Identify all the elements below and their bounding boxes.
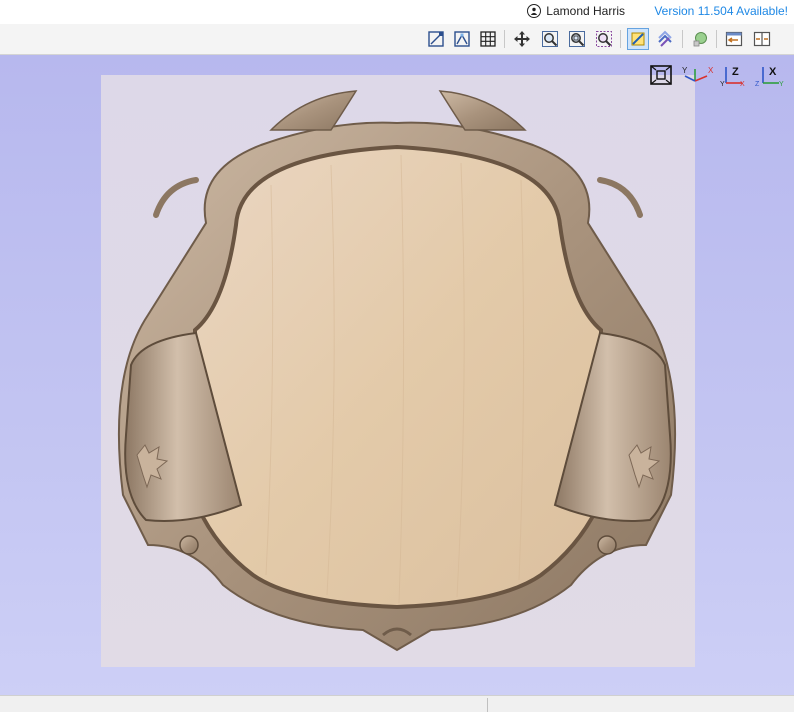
version-available-link[interactable]: Version 11.504 Available!	[654, 4, 788, 18]
axis-label: X	[708, 66, 714, 75]
user-account[interactable]: Lamond Harris	[527, 4, 625, 18]
user-name: Lamond Harris	[546, 4, 625, 18]
select-transform-icon	[428, 31, 444, 47]
toolbar-separator	[504, 30, 505, 48]
top-view-button[interactable]: Z X Y	[720, 63, 750, 87]
axis-label: Z	[755, 81, 760, 87]
axis-label: Z	[732, 66, 739, 78]
layer-toggle-button[interactable]	[654, 28, 676, 50]
render-3d-button[interactable]	[689, 28, 711, 50]
view-mode-button[interactable]	[627, 28, 649, 50]
split-view-left-icon	[725, 31, 743, 47]
axis-label: X	[740, 81, 745, 87]
material-board	[101, 75, 695, 667]
carved-shield-model	[117, 90, 677, 652]
node-edit-button[interactable]	[451, 28, 473, 50]
pan-icon	[514, 31, 530, 47]
front-view-button[interactable]: Z X Y	[755, 63, 787, 87]
render-3d-icon	[693, 32, 707, 47]
grid-button[interactable]	[477, 28, 499, 50]
split-view-right-icon	[753, 31, 771, 47]
iso-axes-icon: Y X	[682, 66, 714, 82]
fit-view-button[interactable]	[647, 63, 675, 87]
main-toolbar	[0, 24, 794, 55]
view-mode-icon	[631, 32, 645, 46]
toolbar-separator	[682, 30, 683, 48]
axis-label: Y	[779, 81, 784, 87]
toolbar-separator	[716, 30, 717, 48]
split-view-left-button[interactable]	[723, 28, 745, 50]
status-bar	[0, 695, 794, 712]
node-edit-icon	[454, 31, 470, 47]
zoom-fit-button[interactable]	[566, 28, 588, 50]
toolbar-separator	[620, 30, 621, 48]
zoom-fit-icon	[569, 31, 585, 47]
front-view-axes-icon: Z X Y	[755, 66, 784, 87]
zoom-selected-button[interactable]	[593, 28, 615, 50]
top-bar: Lamond Harris Version 11.504 Available!	[0, 0, 794, 25]
layer-toggle-icon	[658, 30, 672, 47]
axis-label: Y	[720, 81, 725, 87]
split-view-right-button[interactable]	[751, 28, 773, 50]
axis-label: Y	[682, 66, 688, 75]
grid-icon	[480, 31, 496, 47]
iso-view-button[interactable]: Y X	[681, 63, 715, 87]
zoom-selected-icon	[596, 31, 612, 47]
status-separator	[487, 698, 488, 712]
top-view-axes-icon: Z X Y	[720, 66, 745, 87]
user-icon	[527, 4, 542, 18]
axis-label: X	[769, 66, 777, 78]
zoom-box-icon	[542, 31, 558, 47]
zoom-box-button[interactable]	[539, 28, 561, 50]
fit-view-icon	[650, 65, 672, 85]
select-transform-button[interactable]	[425, 28, 447, 50]
pan-button[interactable]	[511, 28, 533, 50]
3d-viewport[interactable]: Y X Z X Y Z X Y	[0, 55, 794, 695]
